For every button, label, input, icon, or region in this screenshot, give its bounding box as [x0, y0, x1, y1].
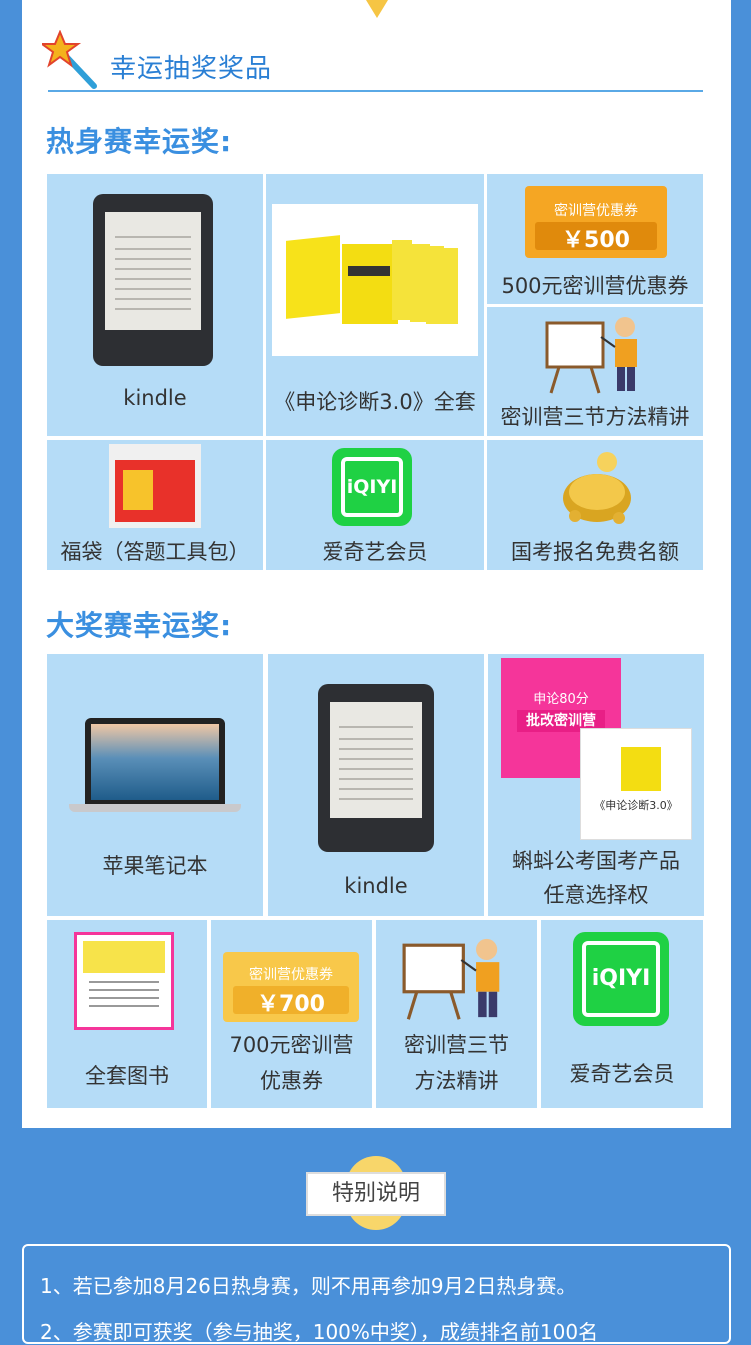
- prize-iqiyi: iQIYI 爱奇艺会员: [266, 440, 484, 570]
- grand-heading: 大奖赛幸运奖:: [46, 609, 233, 642]
- macbook-image: [69, 718, 241, 814]
- title-divider: [48, 90, 703, 92]
- kindle-image: [93, 194, 213, 366]
- iqiyi-logo-icon: iQIYI: [573, 932, 669, 1026]
- prize-label: kindle: [344, 874, 408, 898]
- prize-method-lecture: 密训营三节方法精讲: [487, 307, 703, 436]
- prize-label-line2: 优惠券: [260, 1069, 323, 1093]
- iqiyi-logo-icon: iQIYI: [332, 448, 412, 526]
- coupon-700-image: 密训营优惠券 ￥700: [223, 952, 359, 1022]
- section-title: 幸运抽奖奖品: [42, 30, 702, 90]
- book-set-image: [272, 204, 478, 356]
- coupon-500-image: 密训营优惠券 ￥500: [525, 186, 667, 258]
- special-notes-title: 特别说明: [306, 1172, 446, 1216]
- gold-coins-image: [563, 452, 631, 524]
- warmup-heading: 热身赛幸运奖:: [46, 125, 233, 158]
- teacher-board-image: [402, 938, 500, 1020]
- prize-label-line1: 700元密训营: [229, 1033, 354, 1057]
- prize-label: 密训营三节方法精讲: [500, 405, 690, 429]
- prize-label: 爱奇艺会员: [569, 1062, 675, 1086]
- note-item: 1、若已参加8月26日热身赛，则不用再参加9月2日热身赛。: [40, 1274, 577, 1298]
- note-item: 2、参赛即可获奖（参与抽奖，100%中奖），成绩排名前100名: [40, 1320, 599, 1344]
- section-title-text: 幸运抽奖奖品: [110, 54, 273, 84]
- prize-label-line2: 任意选择权: [543, 883, 649, 907]
- prize-product-choice: 申论80分 批改密训营 《申论诊断3.0》 蝌蚪公考国考产品 任意选择权: [488, 654, 704, 916]
- prize-kindle-grand: kindle: [268, 654, 484, 916]
- prize-label: 国考报名免费名额: [511, 540, 679, 564]
- prize-label: kindle: [123, 386, 187, 410]
- prize-coupon-700: 密训营优惠券 ￥700 700元密训营 优惠券: [211, 920, 372, 1108]
- prize-label-line2: 方法精讲: [414, 1069, 499, 1093]
- top-notch: [366, 0, 388, 18]
- prize-label-line1: 密训营三节: [404, 1033, 509, 1057]
- prize-iqiyi-grand: iQIYI 爱奇艺会员: [541, 920, 703, 1108]
- books-image: [74, 932, 174, 1030]
- prize-shenlun-book: 《申论诊断3.0》全套: [266, 174, 484, 436]
- prize-label: 《申论诊断3.0》全套: [274, 390, 476, 414]
- prize-label-line1: 蝌蚪公考国考产品: [512, 849, 680, 873]
- prize-kindle: kindle: [47, 174, 263, 436]
- prize-book-set: 全套图书: [47, 920, 207, 1108]
- book-cover-image: 《申论诊断3.0》: [580, 728, 692, 840]
- lucky-bag-image: [109, 444, 201, 528]
- prize-label: 福袋（答题工具包）: [60, 540, 250, 564]
- prize-label: 苹果笔记本: [102, 854, 208, 878]
- prize-coupon-500: 密训营优惠券 ￥500 500元密训营优惠券: [487, 174, 703, 304]
- prize-lucky-bag: 福袋（答题工具包）: [47, 440, 263, 570]
- kindle-image: [318, 684, 434, 852]
- prize-label: 500元密训营优惠券: [501, 274, 689, 298]
- prize-method-lecture-grand: 密训营三节 方法精讲: [376, 920, 537, 1108]
- prize-macbook: 苹果笔记本: [47, 654, 263, 916]
- notes-box: 1、若已参加8月26日热身赛，则不用再参加9月2日热身赛。 2、参赛即可获奖（参…: [22, 1244, 731, 1344]
- prize-exam-registration: 国考报名免费名额: [487, 440, 703, 570]
- magic-wand-icon: [42, 30, 97, 89]
- prize-label: 全套图书: [85, 1064, 169, 1088]
- teacher-board-image: [545, 317, 637, 394]
- prize-label: 爱奇艺会员: [322, 540, 428, 564]
